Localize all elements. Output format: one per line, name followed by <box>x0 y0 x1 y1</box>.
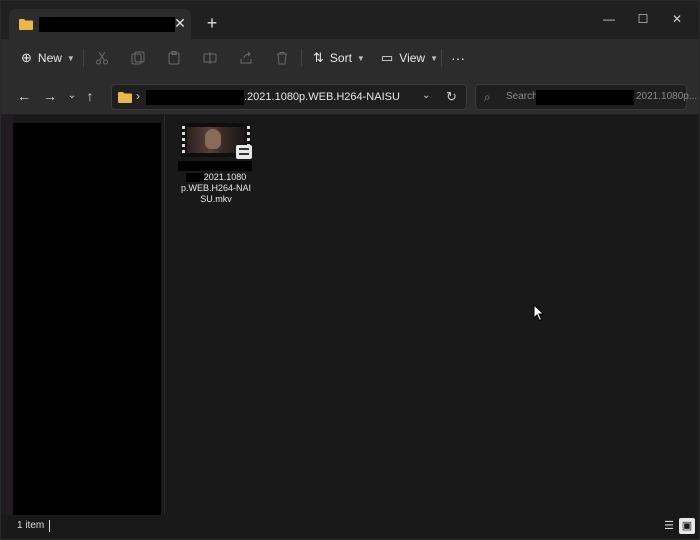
new-button[interactable]: ⊕ New ▼ <box>21 47 75 69</box>
item-count: 1 item <box>17 520 45 531</box>
window-close-button[interactable]: ✕ <box>659 9 695 29</box>
new-tab-button[interactable]: + <box>201 13 223 35</box>
file-explorer-window: ✕ + — ☐ ✕ ⊕ New ▼ ⇅ Sort ▼ ▭ View ▼ ··· … <box>0 0 700 540</box>
redacted-filename-fragment <box>185 173 204 183</box>
tab-close-icon[interactable]: ✕ <box>171 14 189 32</box>
sort-button[interactable]: ⇅ Sort ▼ <box>313 47 365 69</box>
address-row: ← → ⌄ ↑ › .2021.1080p.WEB.H264-NAISU ⌄ ↻… <box>1 77 699 115</box>
details-view-icon[interactable]: ☰ <box>661 518 677 534</box>
delete-icon[interactable] <box>275 51 289 65</box>
file-name-line1: 2021.1080 <box>203 172 247 182</box>
sort-icon: ⇅ <box>313 50 324 65</box>
paste-icon[interactable] <box>167 51 181 65</box>
search-box[interactable]: ⌕ Search 2021.1080p... <box>475 84 697 110</box>
mouse-pointer-icon <box>533 304 545 322</box>
text-caret <box>49 520 50 532</box>
folder-icon <box>19 19 33 30</box>
chevron-down-icon: ▼ <box>66 53 75 63</box>
breadcrumb-current-folder[interactable]: .2021.1080p.WEB.H264-NAISU <box>244 91 400 103</box>
maximize-button[interactable]: ☐ <box>625 9 661 29</box>
large-icons-view-icon[interactable]: ▣ <box>679 518 695 534</box>
view-label: View <box>399 51 426 65</box>
breadcrumb-separator-icon: › <box>136 89 140 103</box>
sort-label: Sort <box>329 51 352 65</box>
up-arrow-icon[interactable]: ↑ <box>81 87 99 105</box>
status-bar: 1 item ☰ ▣ <box>1 515 699 539</box>
redacted-tab-title <box>39 17 175 32</box>
file-item-mkv[interactable]: 2021.1080 p.WEB.H264-NAI SU.mkv <box>178 123 254 205</box>
address-bar[interactable]: › .2021.1080p.WEB.H264-NAISU ⌄ ↻ <box>111 84 467 110</box>
toolbar-divider <box>301 49 302 67</box>
refresh-icon[interactable]: ↻ <box>446 89 457 105</box>
chevron-down-icon: ▼ <box>356 53 365 63</box>
video-preview-subject <box>205 129 221 149</box>
chevron-down-icon: ▼ <box>430 53 439 63</box>
folder-icon <box>118 92 132 103</box>
more-options-button[interactable]: ··· <box>451 47 465 69</box>
view-button[interactable]: ▭ View ▼ <box>381 47 438 69</box>
new-label: New <box>37 51 62 65</box>
toolbar-divider <box>441 49 442 67</box>
minimize-button[interactable]: — <box>591 9 627 29</box>
monitor-icon: ▭ <box>381 50 394 65</box>
tab-current-folder[interactable]: ✕ <box>9 9 191 39</box>
search-placeholder-prefix: Search <box>506 91 538 102</box>
plus-circle-icon: ⊕ <box>21 50 32 65</box>
share-icon[interactable] <box>239 51 253 65</box>
navigation-pane-edge <box>1 115 13 515</box>
video-thumbnail <box>181 123 252 159</box>
redacted-navigation-tree <box>13 123 161 515</box>
file-name-line3: SU.mkv <box>200 194 232 204</box>
file-name: 2021.1080 p.WEB.H264-NAI SU.mkv <box>178 172 254 205</box>
search-placeholder-suffix: 2021.1080p... <box>636 91 698 102</box>
toolbar-divider <box>83 49 84 67</box>
file-name-line2: p.WEB.H264-NAI <box>180 183 252 193</box>
copy-icon[interactable] <box>131 51 145 65</box>
navigation-pane[interactable] <box>1 115 165 515</box>
rename-icon[interactable] <box>203 51 217 65</box>
address-dropdown-chevron-icon[interactable]: ⌄ <box>422 90 430 101</box>
title-bar: ✕ + — ☐ ✕ <box>1 1 699 39</box>
forward-arrow-icon[interactable]: → <box>41 87 59 105</box>
cut-icon[interactable] <box>95 51 109 65</box>
redacted-path-segment <box>146 90 244 105</box>
media-player-badge-icon <box>236 145 252 159</box>
back-arrow-icon[interactable]: ← <box>15 87 33 105</box>
command-bar: ⊕ New ▼ ⇅ Sort ▼ ▭ View ▼ ··· <box>1 39 699 77</box>
redacted-filename-prefix <box>178 161 252 171</box>
recent-locations-chevron-icon[interactable]: ⌄ <box>63 87 81 105</box>
file-list-area[interactable]: 2021.1080 p.WEB.H264-NAI SU.mkv <box>166 115 699 515</box>
search-icon: ⌕ <box>484 90 491 104</box>
redacted-search-segment <box>536 90 634 105</box>
